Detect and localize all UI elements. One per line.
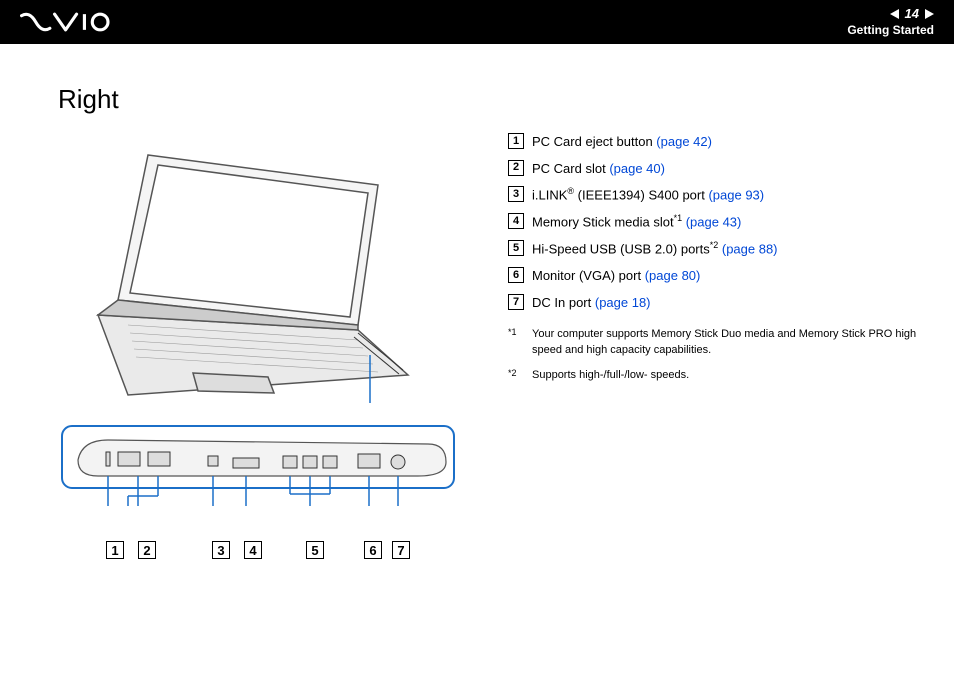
- item-num: 1: [508, 133, 524, 149]
- left-column: Right: [58, 84, 478, 559]
- item-text: PC Card eject button (page 42): [532, 130, 712, 155]
- callout-6: 6: [364, 541, 382, 559]
- callout-3: 3: [212, 541, 230, 559]
- item-label: PC Card eject button: [532, 134, 656, 149]
- page-link[interactable]: (page 43): [682, 215, 741, 230]
- item-num: 3: [508, 186, 524, 202]
- header-right: 14 Getting Started: [847, 6, 934, 38]
- header-bar: 14 Getting Started: [0, 0, 954, 44]
- page-link[interactable]: (page 88): [718, 242, 777, 257]
- item-label: Monitor (VGA) port: [532, 268, 645, 283]
- item-row-7: 7 DC In port (page 18): [508, 291, 928, 316]
- item-row-5: 5 Hi-Speed USB (USB 2.0) ports*2 (page 8…: [508, 237, 928, 262]
- item-label-post: (IEEE1394) S400 port: [574, 188, 708, 203]
- item-num: 7: [508, 294, 524, 310]
- item-text: PC Card slot (page 40): [532, 157, 665, 182]
- item-num: 5: [508, 240, 524, 256]
- item-row-1: 1 PC Card eject button (page 42): [508, 130, 928, 155]
- section-label: Getting Started: [847, 23, 934, 39]
- callout-4: 4: [244, 541, 262, 559]
- footnote-text: Your computer supports Memory Stick Duo …: [532, 326, 928, 359]
- page-number: 14: [905, 6, 919, 23]
- page-nav: 14: [890, 6, 934, 23]
- right-column: 1 PC Card eject button (page 42) 2 PC Ca…: [508, 84, 928, 559]
- item-text: Memory Stick media slot*1 (page 43): [532, 210, 741, 235]
- content-area: Right: [0, 44, 954, 579]
- page-link[interactable]: (page 40): [609, 161, 665, 176]
- callout-7: 7: [392, 541, 410, 559]
- item-num: 4: [508, 213, 524, 229]
- illustration-wrap: 1 2 3 4 5 6 7: [58, 145, 478, 559]
- next-page-arrow-icon[interactable]: [925, 9, 934, 19]
- prev-page-arrow-icon[interactable]: [890, 9, 899, 19]
- item-num: 2: [508, 160, 524, 176]
- side-view-illustration: [58, 422, 458, 532]
- laptop-illustration: [58, 145, 438, 405]
- item-label: Memory Stick media slot: [532, 215, 674, 230]
- vaio-logo: [20, 11, 114, 33]
- footnote-ref: *1: [674, 213, 683, 223]
- item-label: Hi-Speed USB (USB 2.0) ports: [532, 242, 710, 257]
- callout-5: 5: [306, 541, 324, 559]
- item-row-2: 2 PC Card slot (page 40): [508, 157, 928, 182]
- item-text: i.LINK® (IEEE1394) S400 port (page 93): [532, 183, 764, 208]
- item-label: PC Card slot: [532, 161, 609, 176]
- item-row-4: 4 Memory Stick media slot*1 (page 43): [508, 210, 928, 235]
- page-link[interactable]: (page 42): [656, 134, 712, 149]
- footnote-ref: *2: [710, 240, 719, 250]
- item-text: Monitor (VGA) port (page 80): [532, 264, 700, 289]
- vaio-logo-svg: [20, 11, 114, 33]
- item-text: Hi-Speed USB (USB 2.0) ports*2 (page 88): [532, 237, 778, 262]
- item-label-pre: i.LINK: [532, 188, 567, 203]
- callout-numbers-row: 1 2 3 4 5 6 7: [58, 537, 478, 559]
- footnote-mark: *2: [508, 367, 522, 384]
- page-link[interactable]: (page 93): [708, 188, 764, 203]
- page-title: Right: [58, 84, 478, 115]
- item-num: 6: [508, 267, 524, 283]
- footnote-text: Supports high-/full-/low- speeds.: [532, 367, 689, 384]
- page-link[interactable]: (page 80): [645, 268, 701, 283]
- item-label: DC In port: [532, 295, 595, 310]
- item-row-6: 6 Monitor (VGA) port (page 80): [508, 264, 928, 289]
- footnote-1: *1 Your computer supports Memory Stick D…: [508, 326, 928, 359]
- footnote-mark: *1: [508, 326, 522, 359]
- callout-1: 1: [106, 541, 124, 559]
- callout-2: 2: [138, 541, 156, 559]
- footnote-2: *2 Supports high-/full-/low- speeds.: [508, 367, 928, 384]
- item-text: DC In port (page 18): [532, 291, 651, 316]
- footnotes: *1 Your computer supports Memory Stick D…: [508, 326, 928, 384]
- page-link[interactable]: (page 18): [595, 295, 651, 310]
- item-row-3: 3 i.LINK® (IEEE1394) S400 port (page 93): [508, 183, 928, 208]
